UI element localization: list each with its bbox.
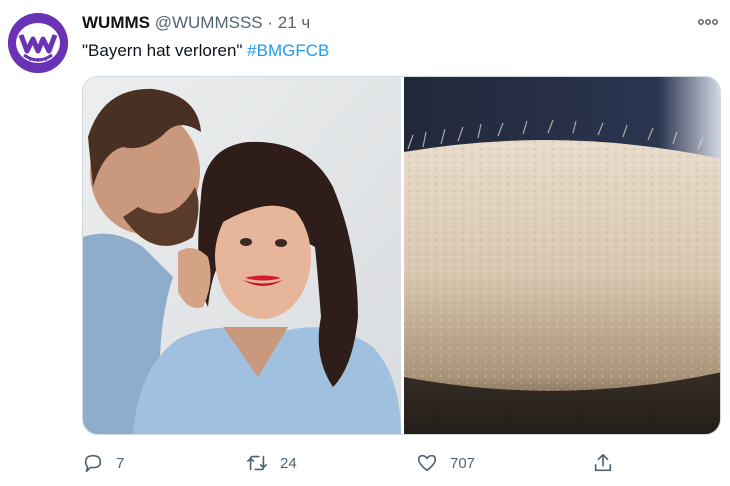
wumms-logo-icon <box>8 13 68 73</box>
heart-icon <box>417 454 437 472</box>
author-avatar[interactable] <box>8 13 68 73</box>
retweet-count: 24 <box>280 454 297 472</box>
reply-icon <box>84 454 102 473</box>
tweet-actions: 7 24 707 <box>82 450 642 476</box>
author-name[interactable]: WUMMS <box>82 13 150 32</box>
reply-button[interactable]: 7 <box>82 450 124 476</box>
retweet-button[interactable]: 24 <box>246 450 297 476</box>
tweet-text: "Bayern hat verloren" #BMGFCB <box>82 41 329 61</box>
more-icon <box>698 19 718 25</box>
more-options-button[interactable] <box>696 10 720 34</box>
tweet-quote: "Bayern hat verloren" <box>82 41 243 60</box>
share-button[interactable] <box>592 450 626 476</box>
retweet-icon <box>247 455 267 471</box>
time-separator: · <box>267 13 274 32</box>
like-button[interactable]: 707 <box>416 450 475 476</box>
tweet-media[interactable] <box>82 76 721 435</box>
couple-photo <box>83 77 401 434</box>
author-handle[interactable]: @WUMMSSS <box>155 13 263 32</box>
hashtag-link[interactable]: #BMGFCB <box>247 41 329 60</box>
reply-count: 7 <box>116 454 125 472</box>
tweet-time[interactable]: 21 ч <box>278 13 311 32</box>
tweet-header: WUMMS @WUMMSSS · 21 ч <box>82 13 310 33</box>
share-icon <box>594 453 612 472</box>
like-count: 707 <box>450 454 476 472</box>
goosebumps-photo <box>404 77 720 434</box>
